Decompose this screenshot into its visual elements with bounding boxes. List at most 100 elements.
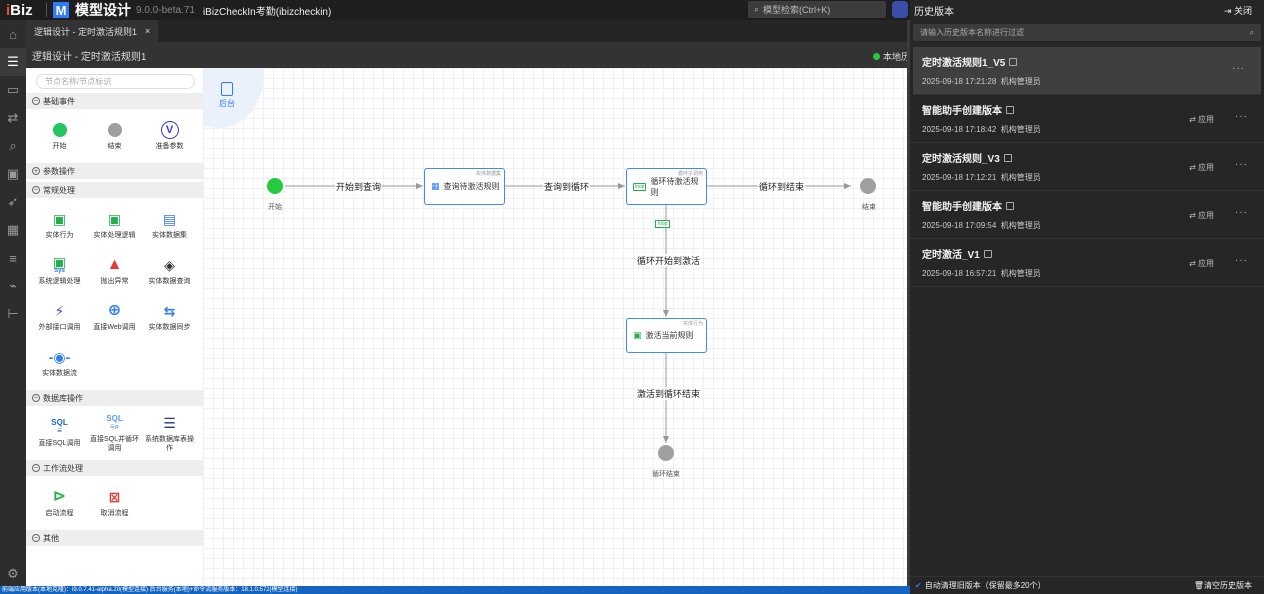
clear-history-label: 清空历史版本 [1204,581,1252,590]
palette-item-entity-stream[interactable]: -◉- 实体数据流 [34,340,85,386]
close-icon[interactable]: × [145,26,150,36]
flow-start-icon: ⊳ [52,488,67,506]
section-db-ops[interactable]: − 数据库操作 [26,390,203,406]
more-icon[interactable]: ··· [1235,207,1248,218]
edit-icon[interactable] [1006,105,1014,114]
palette-item-entity-action[interactable]: ▣ 实体行为 [34,202,85,248]
plug-icon[interactable]: ⌁ [0,272,26,300]
more-icon[interactable]: ··· [1235,111,1248,122]
chip-icon: ▣ [633,330,642,340]
section-other[interactable]: − 其他 [26,530,203,546]
palette-item-sys-logic[interactable]: ▣ Sys 系统逻辑处理 [34,248,85,294]
globe-icon: ⊕ [107,302,122,320]
history-item[interactable]: 定时激活_V1 2025-09-18 16:57:21 机构管理员 ⇄ 应用 ·… [910,239,1264,287]
editor-header: 逻辑设计 - 定时激活规则1 本地历 [26,42,910,68]
edge-label[interactable]: 循环到结束 [758,180,806,193]
palette-item-entity-dataset[interactable]: ▤ 实体数据集 [144,202,195,248]
more-icon[interactable]: ··· [1235,255,1248,266]
palette-item-direct-sql[interactable]: SQL ≡ 直接SQL调用 [34,410,85,456]
check-icon: ✔ [915,581,922,590]
palette-item-start-flow[interactable]: ⊳ 启动流程 [34,480,85,526]
section-common[interactable]: − 常规处理 [26,182,203,198]
section-title: 常规处理 [43,185,75,195]
grid-icon[interactable]: ▦ [0,216,26,244]
bank-icon[interactable]: ⌂ [0,20,26,48]
item-label: 实体数据查询 [148,278,191,286]
node-loop[interactable]: 循环子调用 loop 循环待激活规则 [626,168,707,205]
more-icon[interactable]: ··· [1232,63,1245,74]
tab-logic-design[interactable]: 逻辑设计 - 定时激活规则1 × [26,20,159,42]
edge-label[interactable]: 循环开始到激活 [636,254,702,267]
collapse-icon: − [32,534,40,542]
edit-icon[interactable] [1006,201,1014,210]
flow-canvas[interactable]: 后台 开始 实体数据集 ▦ 查询待激活规则 循环子调用 loop 循环待激活规则… [203,68,910,586]
rocket-icon[interactable]: ➶ [0,188,26,216]
palette-item-entity-query[interactable]: ◈ 实体数据查询 [144,248,195,294]
sql-icon: SQL ≡ [51,418,68,436]
edit-icon[interactable] [1003,153,1012,162]
version-user: 机构管理员 [1000,269,1041,278]
list-icon[interactable]: ≡ [0,244,26,272]
palette-item-db-table[interactable]: ☰ 系统数据库表操作 [144,410,195,456]
section-title: 工作流处理 [43,463,83,473]
palette-item-prepare-params[interactable]: V 准备参数 [144,113,195,159]
node-search-input[interactable]: 节点名称/节点标识 [36,74,195,89]
monitor-icon[interactable]: ▭ [0,76,26,104]
node-tag: 实体数据集 [475,171,501,177]
history-title: 历史版本 [914,6,954,18]
edit-icon[interactable] [1009,57,1018,66]
status-dot [872,53,880,60]
edge-label[interactable]: 激活到循环结束 [636,387,702,400]
palette-item-entity-logic[interactable]: ▣ 实体处理逻辑 [89,202,140,248]
collapse-icon: − [32,464,40,472]
project-name[interactable]: iBizCheckIn考勤(ibizcheckin) [203,3,331,18]
apply-button[interactable]: ⇄ 应用 [1189,114,1214,125]
section-workflow[interactable]: − 工作流处理 [26,460,203,476]
search-icon[interactable]: ⌕ [0,132,26,160]
history-item[interactable]: 智能助手创建版本 2025-09-18 17:18:42 机构管理员 ⇄ 应用 … [910,95,1264,143]
briefcase-icon[interactable]: ▣ [0,160,26,188]
item-label: 系统数据库表操作 [145,436,194,452]
version-time: 2025-09-18 16:57:21 [922,269,997,278]
edge-label[interactable]: 查询到循环 [543,180,591,193]
node-start[interactable] [267,178,283,194]
edge-label[interactable]: 开始到查询 [335,180,383,193]
apply-button[interactable]: ⇄ 应用 [1189,162,1214,173]
auto-clean-checkbox[interactable]: ✔ 自动清理旧版本（保留最多20个） [915,580,1046,591]
node-end[interactable] [860,178,876,194]
more-icon[interactable]: ··· [1235,159,1248,170]
edit-icon[interactable] [983,249,992,258]
history-item[interactable]: 智能助手创建版本 2025-09-18 17:09:54 机构管理员 ⇄ 应用 … [910,191,1264,239]
settings-icon[interactable]: ⚙ [0,560,26,588]
collapse-icon: − [32,186,40,194]
database-icon[interactable]: ☰ [0,48,26,76]
palette-item-web-call[interactable]: ⊕ 直接Web调用 [89,294,140,340]
section-title: 其他 [43,533,59,543]
node-loop-end[interactable] [658,445,674,461]
calculator-icon: ▤ [162,211,177,228]
history-item[interactable]: 定时激活规则_V3 2025-09-18 17:12:21 机构管理员 ⇄ 应用… [910,143,1264,191]
model-search-input[interactable]: ⌕ 模型检索(Ctrl+K) [748,1,886,18]
tree-icon[interactable]: ⊢ [0,300,26,328]
palette-item-sql-loop[interactable]: SQL ≡⌕ 直接SQL并循环调用 [89,410,140,456]
apply-button[interactable]: ⇄ 应用 [1189,210,1214,221]
history-item[interactable]: 定时激活规则1_V5 2025-09-18 17:21:28 机构管理员 ··· [913,47,1261,95]
section-param-ops[interactable]: + 参数操作 [26,163,203,179]
palette-item-start[interactable]: 开始 [34,113,85,159]
palette-item-cancel-flow[interactable]: ⊠ 取消流程 [89,480,140,526]
node-activate[interactable]: 实体行为 ▣ 激活当前规则 [626,318,707,353]
apply-button[interactable]: ⇄ 应用 [1189,258,1214,269]
clear-history-button[interactable]: 🗑清空历史版本 [1194,580,1252,591]
node-query[interactable]: 实体数据集 ▦ 查询待激活规则 [424,168,505,205]
version-user: 机构管理员 [1000,173,1041,182]
close-button[interactable]: ⇥ 关闭 [1224,4,1252,17]
palette-item-end[interactable]: 结束 [89,113,140,159]
history-filter-input[interactable]: 请输入历史版本名称进行过滤 ⌕ [913,24,1261,41]
palette-item-throw-exception[interactable]: ▲ 抛出异常 [89,248,140,294]
assistant-icon[interactable] [892,1,908,18]
palette-item-entity-sync[interactable]: ⇆ 实体数据同步 [144,294,195,340]
section-basic-events[interactable]: − 基础事件 [26,93,203,109]
sync-icon[interactable]: ⇄ [0,104,26,132]
palette-item-external-api[interactable]: ⚡ 外部接口调用 [34,294,85,340]
item-label: 外部接口调用 [38,324,81,332]
